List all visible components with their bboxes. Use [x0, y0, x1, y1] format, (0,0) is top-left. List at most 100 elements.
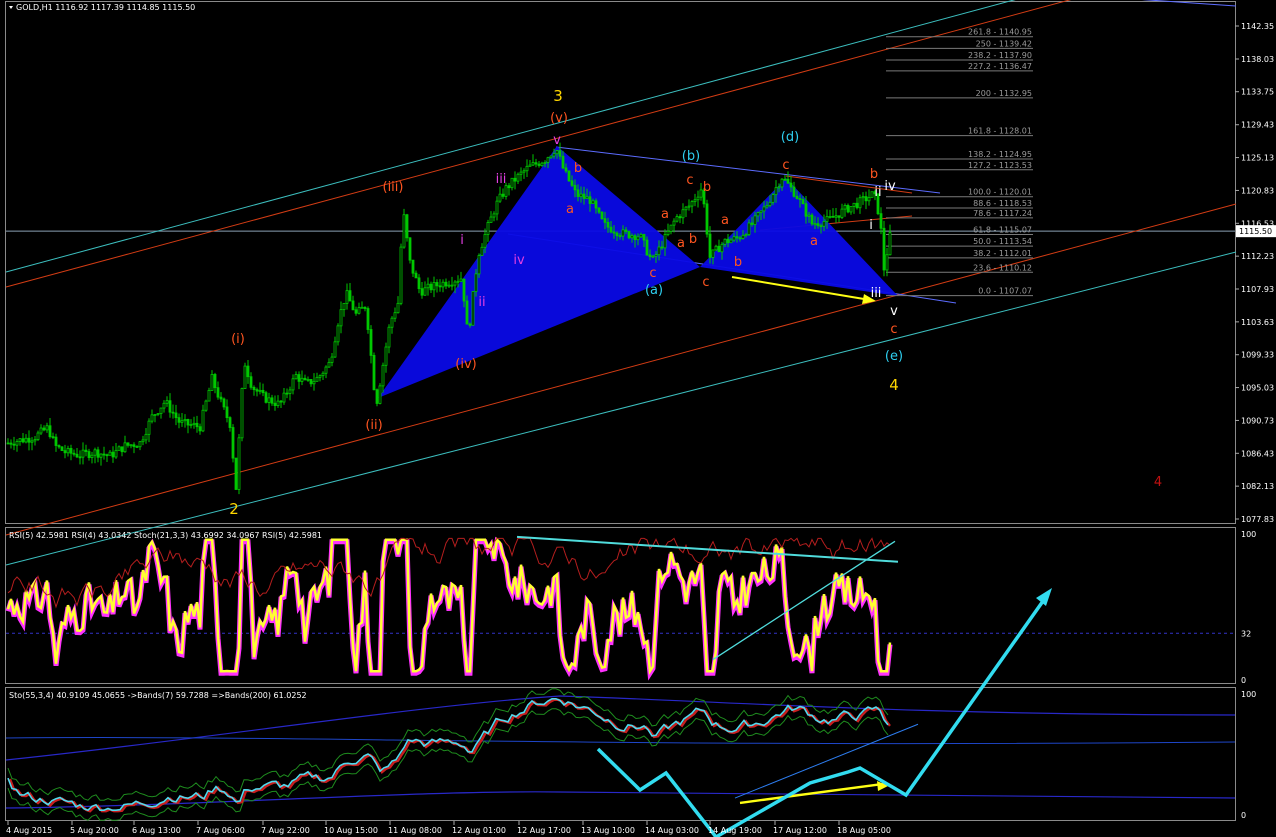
candle-body — [699, 189, 703, 198]
candle-body — [120, 446, 124, 453]
wave-label: 2 — [229, 500, 239, 518]
candle-body — [333, 341, 337, 358]
price-tick-label: 1086.43 — [1241, 449, 1274, 458]
candle-body — [183, 419, 187, 422]
candle-body — [390, 317, 394, 328]
candle-body — [240, 388, 244, 439]
candle-body — [849, 206, 853, 213]
candle-body — [780, 178, 784, 188]
candle-body — [24, 437, 28, 443]
candle-body — [345, 290, 349, 304]
candle-body — [12, 443, 16, 446]
candle-body — [798, 198, 802, 200]
candle-body — [60, 446, 64, 452]
candle-body — [405, 214, 409, 239]
candle-body — [33, 439, 37, 442]
rsi-tick-label: 0 — [1241, 676, 1246, 685]
main-header: GOLD,H1 1116.92 1117.39 1114.85 1115.50 — [16, 3, 195, 12]
wave-label: c — [649, 266, 656, 281]
candle-body — [348, 290, 352, 302]
candle-body — [171, 411, 175, 414]
time-tick-label: 12 Aug 01:00 — [452, 826, 506, 835]
candle-body — [159, 407, 163, 415]
fib-label: 261.8 - 1140.95 — [968, 28, 1032, 37]
candle-body — [330, 356, 334, 363]
candle-body — [720, 243, 724, 253]
candle-body — [15, 441, 19, 446]
time-tick-label: 12 Aug 17:00 — [517, 826, 571, 835]
wave-label: a — [721, 213, 729, 228]
candle-body — [507, 185, 511, 189]
candle-body — [18, 438, 22, 442]
candle-body — [450, 284, 454, 287]
candle-body — [669, 224, 673, 232]
candle-body — [228, 417, 232, 428]
candle-body — [129, 444, 133, 447]
time-tick-label: 4 Aug 2015 — [6, 826, 52, 835]
candle-body — [888, 232, 892, 256]
candle-body — [108, 451, 112, 456]
candle-body — [831, 215, 835, 218]
candle-body — [93, 449, 97, 456]
candle-body — [489, 216, 493, 223]
candle-body — [630, 235, 634, 239]
candle-body — [297, 374, 301, 382]
candle-body — [882, 227, 886, 271]
candle-body — [111, 451, 115, 458]
candle-body — [648, 254, 652, 258]
candle-body — [69, 448, 73, 454]
candle-body — [879, 213, 883, 229]
candle-body — [222, 398, 226, 408]
candle-body — [804, 203, 808, 217]
wave-label: 4 — [1154, 475, 1162, 490]
price-tick-label: 1125.13 — [1241, 154, 1274, 163]
wave-label: iv — [513, 253, 525, 268]
candle-body — [672, 220, 676, 226]
candle-body — [681, 209, 685, 219]
candle-body — [534, 162, 538, 165]
candle-body — [411, 259, 415, 274]
candle-body — [384, 346, 388, 366]
candle-body — [189, 424, 193, 426]
wave-label: c — [702, 275, 709, 290]
candle-body — [741, 234, 745, 239]
candle-body — [867, 196, 871, 202]
candle-body — [204, 400, 208, 411]
time-tick-label: 14 Aug 19:00 — [708, 826, 762, 835]
rsi-tick-label: 32 — [1241, 629, 1251, 638]
candle-body — [606, 221, 610, 228]
candle-body — [738, 237, 742, 240]
candle-body — [225, 406, 229, 418]
candle-body — [339, 309, 343, 327]
candle-body — [198, 426, 202, 432]
candle-body — [360, 306, 364, 309]
trading-chart[interactable]: 261.8 - 1140.95 250 - 1139.42 238.2 - 1137… — [0, 0, 1276, 837]
candle-body — [84, 449, 88, 452]
candle-body — [90, 454, 94, 458]
time-tick-label: 13 Aug 10:00 — [581, 826, 635, 835]
candle-body — [816, 223, 820, 227]
candle-body — [843, 204, 847, 210]
candle-body — [165, 400, 169, 404]
wave-label: ii — [478, 295, 485, 310]
candle-body — [231, 427, 235, 459]
price-tick-label: 1077.83 — [1241, 515, 1274, 524]
wave-label: c — [890, 322, 897, 337]
candle-body — [216, 387, 220, 398]
wave-label: iii — [871, 286, 882, 301]
candle-body — [792, 186, 796, 197]
candle-body — [9, 442, 13, 445]
price-tick-label: 1099.33 — [1241, 351, 1274, 360]
candle-body — [633, 235, 637, 241]
candle-body — [72, 452, 76, 455]
candle-body — [123, 442, 127, 453]
candle-body — [834, 215, 838, 218]
fib-label: 200 - 1132.95 — [976, 89, 1032, 98]
price-tick-label: 1107.93 — [1241, 285, 1274, 294]
candle-body — [207, 390, 211, 402]
candle-body — [195, 422, 199, 428]
time-tick-label: 17 Aug 12:00 — [773, 826, 827, 835]
candle-body — [135, 446, 139, 448]
fib-label: 227.2 - 1136.47 — [968, 62, 1032, 71]
candle-body — [255, 389, 259, 392]
